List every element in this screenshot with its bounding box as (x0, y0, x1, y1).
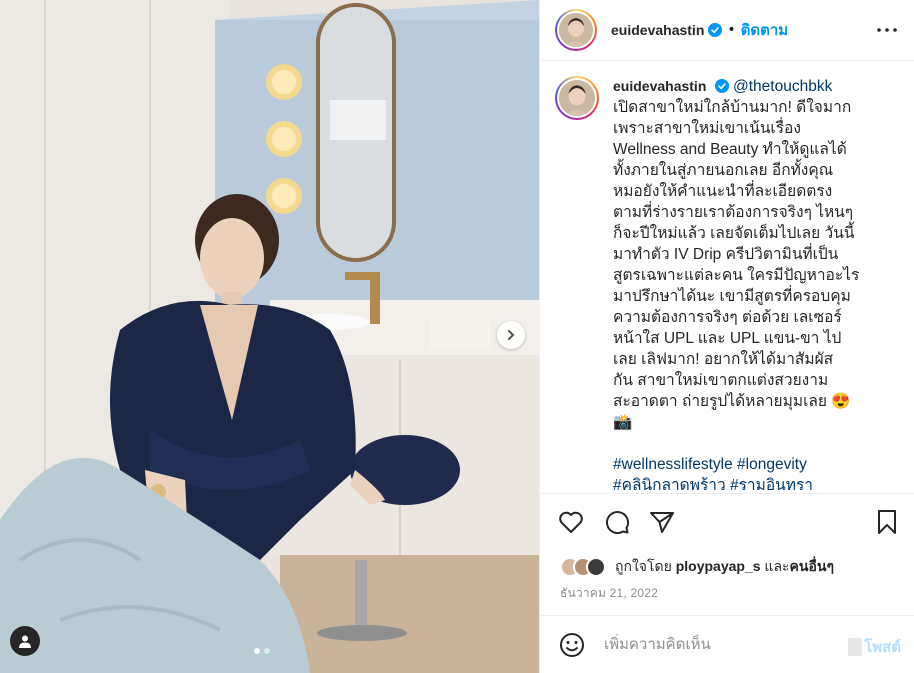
verified-badge-icon (714, 79, 729, 93)
caption-hashtags: #wellnesslifestyle #longevity #คลินิกลาด… (613, 454, 898, 492)
heart-icon (559, 511, 583, 533)
tagged-users-button[interactable] (10, 626, 40, 656)
share-button[interactable] (648, 508, 676, 536)
likes-summary: ถูกใจโดย ploypayap_s และคนอื่นๆ (560, 556, 834, 578)
caption-line: กัน สาขาใหม่เขาตกแต่งสวยงาม (613, 372, 829, 389)
caption-text: euidevahastin @thetouchbkk เปิดสาขาใหม่ใ… (613, 76, 898, 492)
like-button[interactable] (557, 508, 585, 536)
save-bookmark-icon (878, 510, 896, 534)
likes-joiner: และ (764, 558, 790, 574)
emoji-icon (560, 632, 584, 657)
likes-text: ถูกใจโดย ploypayap_s และคนอื่นๆ (615, 556, 834, 578)
liker-username[interactable]: ploypayap_s (676, 558, 761, 574)
caption-line: ก็จะปีใหม่แล้ว เลยจัดเต็มไปเลย วันนี้ (613, 225, 855, 242)
caption-line: มาปรึกษาได้นะ เขามีสูตรที่ครอบคุม (613, 288, 851, 305)
follow-button[interactable]: ติดตาม (741, 18, 789, 42)
more-options-button[interactable] (877, 18, 897, 42)
more-options-icon (877, 28, 897, 32)
hashtag-link[interactable]: #wellnesslifestyle #longevity (613, 454, 898, 475)
caption-line: Wellness and Beauty ทำให้ดูแลได้ (613, 141, 847, 158)
caption-line: 📸 (613, 414, 633, 431)
caption-line: ความต้องการจริงๆ ต่อด้วย เลเซอร์ (613, 309, 842, 326)
emoji-picker-button[interactable] (558, 631, 586, 659)
caption-line: ทั้งภายในสู่ภายนอกเลย อีกทั้งคุณ (613, 162, 834, 179)
caption-line: ตามที่ร่างรายเราต้องการจริงๆ ไหนๆ (613, 204, 854, 221)
comment-input[interactable] (604, 633, 844, 656)
hashtag-link[interactable]: #คลินิกลาดพร้าว #รามอินทรา (613, 475, 898, 492)
verified-badge-icon (708, 23, 723, 37)
post-comment-button[interactable]: โพสต์ (848, 635, 901, 659)
caption-username[interactable]: euidevahastin (613, 78, 706, 94)
action-bar (540, 493, 914, 549)
user-tag-icon (19, 635, 31, 648)
comment-icon (606, 511, 630, 535)
carousel-dot-active (254, 648, 260, 654)
author-avatar[interactable] (555, 9, 597, 51)
instagram-post-view: euidevahastin • ติดตาม euidevahastin @th… (0, 0, 914, 673)
post-sidebar: euidevahastin • ติดตาม euidevahastin @th… (539, 0, 914, 673)
caption-author-avatar[interactable] (555, 76, 599, 120)
caption-line: เพราะสาขาใหม่เขาเน้นเรื่อง (613, 120, 801, 137)
save-button[interactable] (873, 508, 901, 536)
caption-section: euidevahastin @thetouchbkk เปิดสาขาใหม่ใ… (540, 62, 914, 492)
caption-line: มาทำตัว IV Drip ครีปวิตามินที่เป็น (613, 246, 839, 263)
caption-mention-link[interactable]: @thetouchbkk (733, 78, 832, 95)
resize-handle (848, 638, 863, 656)
post-photo[interactable] (0, 0, 539, 673)
comment-composer: โพสต์ (540, 615, 914, 673)
comment-button[interactable] (603, 508, 631, 536)
caption-line: เลย เลิฟมาก! อยากให้ได้มาสัมผัส (613, 351, 834, 368)
post-date[interactable]: ธันวาคม 21, 2022 (560, 584, 658, 603)
caption-line: หน้าใส UPL และ UPL แขน-ขา ไป (613, 330, 842, 347)
caption-line: เปิดสาขาใหม่ใกล้บ้านมาก! ดีใจมาก (613, 99, 852, 116)
liker-avatar[interactable] (586, 557, 606, 577)
likes-prefix: ถูกใจโดย (615, 558, 672, 574)
separator-dot: • (727, 22, 736, 38)
carousel-next-button[interactable] (497, 321, 525, 349)
caption-line: สูตรเฉพาะแต่ละคน ใครมีปัญหาอะไร (613, 267, 860, 284)
share-icon (650, 512, 674, 533)
carousel-dot (264, 648, 270, 654)
post-comment-label: โพสต์ (864, 639, 901, 656)
likes-others-link[interactable]: คนอื่นๆ (790, 558, 834, 574)
next-arrow-icon (508, 330, 515, 340)
author-username[interactable]: euidevahastin (611, 22, 704, 38)
caption-line: หมอยังให้คำแนะนำที่ละเอียดตรง (613, 183, 833, 200)
caption-line: สะอาดตา ถ่ายรูปได้หลายมุมเลย 😍 (613, 393, 851, 410)
carousel-indicator (254, 648, 270, 654)
post-header: euidevahastin • ติดตาม (540, 0, 914, 61)
post-image (0, 0, 539, 673)
